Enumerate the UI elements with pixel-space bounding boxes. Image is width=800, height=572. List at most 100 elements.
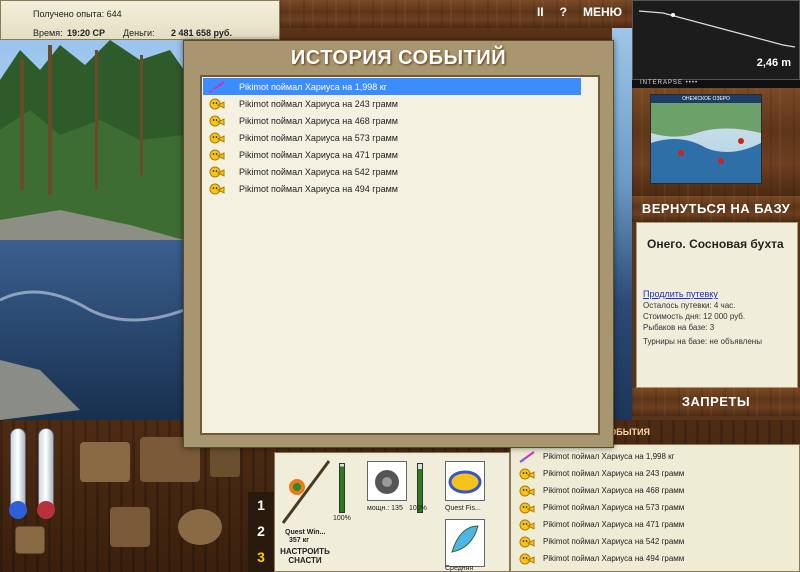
lake-map-graphic: [651, 103, 761, 183]
event-row[interactable]: Pikimot поймал Хариуса на 542 грамм: [511, 533, 799, 550]
event-row[interactable]: Pikimot поймал Хариуса на 573 грамм: [511, 499, 799, 516]
event-row[interactable]: Pikimot поймал Хариуса на 494 грамм: [511, 550, 799, 567]
tab-3[interactable]: 3: [248, 544, 274, 570]
day-cost: Стоимость дня: 12 000 руб.: [643, 312, 746, 321]
smiley-icon: [209, 149, 225, 160]
water-thermometer: [37, 428, 55, 519]
event-text: Pikimot поймал Хариуса на 468 грамм: [543, 486, 685, 495]
event-text: Pikimot поймал Хариуса на 471 грамм: [543, 520, 685, 529]
permit-left: Осталось путевки: 4 час.: [643, 301, 736, 310]
backpack-icon[interactable]: [10, 520, 50, 560]
lure-icon: [451, 525, 479, 553]
lure-icon: [519, 450, 535, 463]
event-row[interactable]: Pikimot поймал Хариуса на 1,998 кг: [511, 448, 799, 465]
location-name: Онего. Сосновая бухта: [647, 237, 784, 251]
time-label: Время:: [33, 28, 63, 38]
scene-landscape: [0, 40, 184, 420]
tab-2[interactable]: 2: [248, 518, 274, 544]
menu-button[interactable]: МЕНЮ: [583, 5, 622, 19]
reel-power: мощн.: 135: [367, 505, 403, 512]
rod-percent: 100%: [333, 515, 351, 522]
event-row[interactable]: Pikimot поймал Хариуса на 494 грамм: [203, 180, 597, 197]
smiley-icon: [519, 468, 535, 479]
lure-depth: Средняя: [445, 565, 474, 572]
smiley-icon: [209, 132, 225, 143]
help-button[interactable]: ?: [560, 5, 567, 19]
depth-value: 2,46 m: [756, 57, 791, 69]
rod-name: Quest Win...: [285, 529, 326, 536]
smiley-icon: [519, 553, 535, 564]
event-text: Pikimot поймал Хариуса на 471 грамм: [239, 149, 398, 160]
event-row[interactable]: Pikimot поймал Хариуса на 471 грамм: [511, 516, 799, 533]
dialog-title: ИСТОРИЯ СОБЫТИЙ: [290, 47, 507, 69]
event-row[interactable]: Pikimot поймал Хариуса на 1,998 кг: [203, 78, 581, 95]
line-name: Quest Fis...: [445, 505, 481, 512]
lure-slot[interactable]: [445, 519, 485, 567]
tournaments-info: Турниры на базе: не объявлены: [643, 337, 762, 346]
top-menu: II ? МЕНЮ: [537, 5, 622, 19]
event-text: Pikimot поймал Хариуса на 542 грамм: [239, 166, 398, 177]
lake-map-title: ОНЕЖСКОЕ ОЗЕРО: [651, 95, 761, 103]
event-row[interactable]: Pikimot поймал Хариуса на 573 грамм: [203, 129, 597, 146]
event-text: Pikimot поймал Хариуса на 468 грамм: [239, 115, 398, 126]
fishing-scene[interactable]: [0, 40, 184, 420]
event-text: Pikimot поймал Хариуса на 243 грамм: [543, 469, 685, 478]
event-history-list[interactable]: Pikimot поймал Хариуса на 1,998 кг Pikimo…: [200, 75, 600, 435]
event-row[interactable]: Pikimot поймал Хариуса на 471 грамм: [203, 146, 597, 163]
fishers-count: Рыбаков на базе: 3: [643, 323, 715, 332]
water-thermometer-bulb: [37, 501, 55, 519]
smiley-icon: [209, 166, 225, 177]
event-row[interactable]: Pikimot поймал Хариуса на 243 грамм: [511, 465, 799, 482]
air-thermometer: [9, 428, 27, 519]
event-text: Pikimot поймал Хариуса на 1,998 кг: [239, 81, 388, 92]
event-row[interactable]: Pikimot поймал Хариуса на 243 грамм: [203, 95, 597, 112]
event-log-small: СОБЫТИЯ Pikimot поймал Хариуса на 1,998 …: [510, 427, 800, 572]
rod-slot[interactable]: [279, 457, 335, 527]
tab-1[interactable]: 1: [248, 492, 274, 518]
money-value: 2 481 658 руб.: [171, 28, 232, 38]
return-to-base-button[interactable]: ВЕРНУТЬСЯ НА БАЗУ: [632, 196, 800, 222]
rod-meter: [339, 463, 345, 513]
event-text: Pikimot поймал Хариуса на 1,998 кг: [543, 452, 675, 461]
rod-weight: 357 кг: [289, 537, 310, 544]
event-text: Pikimot поймал Хариуса на 494 грамм: [239, 183, 398, 194]
top-bar: II ? МЕНЮ: [280, 0, 632, 28]
lake-map-panel: ОНЕЖСКОЕ ОЗЕРО: [632, 88, 800, 196]
location-info-panel: Онего. Сосновая бухта Продлить путевку О…: [636, 222, 798, 388]
event-row[interactable]: Pikimot поймал Хариуса на 542 грамм: [203, 163, 597, 180]
event-text: Pikimot поймал Хариуса на 573 грамм: [239, 132, 398, 143]
brand-strip: INTERAPSE ••••: [632, 80, 800, 88]
reel-percent: 100%: [409, 505, 427, 512]
smiley-icon: [519, 519, 535, 530]
event-row[interactable]: Pikimot поймал Хариуса на 468 грамм: [511, 482, 799, 499]
smiley-icon: [209, 98, 225, 109]
event-text: Pikimot поймал Хариуса на 243 грамм: [239, 98, 398, 109]
smiley-icon: [519, 536, 535, 547]
depth-profile: 2,46 m: [632, 0, 800, 80]
event-text: Pikimot поймал Хариуса на 542 грамм: [543, 537, 685, 546]
tackle-panel: 100% Quest Win... 357 кг НАСТРОИТЬ СНАСТ…: [274, 452, 510, 572]
time-value: 19:20 СР: [67, 28, 106, 38]
extend-permit-link[interactable]: Продлить путевку: [643, 289, 791, 299]
tackle-tabs: 1 2 3: [248, 492, 274, 572]
smiley-icon: [209, 183, 225, 194]
scene-right-strip: [612, 28, 632, 420]
lake-map[interactable]: ОНЕЖСКОЕ ОЗЕРО: [650, 94, 762, 184]
inventory-items[interactable]: [70, 432, 250, 568]
bans-button[interactable]: ЗАПРЕТЫ: [632, 388, 800, 416]
event-text: Pikimot поймал Хариуса на 494 грамм: [543, 554, 685, 563]
air-thermometer-bulb: [9, 501, 27, 519]
stats-panel: Получено опыта: 644 Время: 19:20 СР День…: [0, 0, 280, 40]
event-row[interactable]: Pikimot поймал Хариуса на 468 грамм: [203, 112, 597, 129]
setup-tackle-button[interactable]: НАСТРОИТЬ СНАСТИ: [279, 547, 331, 565]
smiley-icon: [209, 115, 225, 126]
event-history-dialog: ИСТОРИЯ СОБЫТИЙ Pikimot поймал Хариуса н…: [183, 40, 614, 448]
reel-icon: [375, 470, 399, 494]
rod-icon: [281, 460, 331, 524]
reel-slot[interactable]: [367, 461, 407, 501]
line-slot[interactable]: [445, 461, 485, 501]
money-label: Деньги:: [123, 28, 155, 38]
smiley-icon: [519, 485, 535, 496]
pause-button[interactable]: II: [537, 5, 544, 19]
experience-text: Получено опыта: 644: [33, 9, 122, 19]
